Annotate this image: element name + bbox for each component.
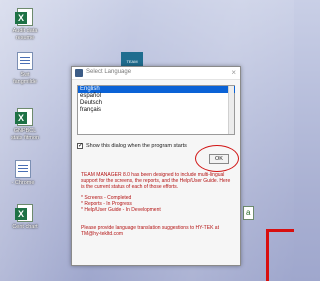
language-listbox[interactable]: English español Deutsch français <box>77 85 235 135</box>
desktop-icon-label: Swt fangmilde <box>13 72 37 85</box>
document-icon <box>17 52 33 70</box>
show-dialog-label: Show this dialog when the program starts <box>86 143 187 149</box>
document-icon <box>15 160 31 178</box>
dialog-title: Select Language <box>86 69 132 75</box>
info-paragraph-intro: TEAM MANAGER 8.0 has been designed to in… <box>81 172 231 190</box>
desktop-icon-stats[interactable]: GNPBCL stats fitmon <box>2 108 48 141</box>
select-language-dialog: Select Language × English español Deutsc… <box>71 66 241 266</box>
excel-icon <box>15 8 33 26</box>
desktop-icon-label: GNPBCL stats fitmon <box>10 128 40 141</box>
close-icon[interactable]: × <box>231 68 236 77</box>
listbox-scrollbar[interactable] <box>228 86 234 134</box>
language-option-english[interactable]: English <box>78 86 235 93</box>
desktop-icon-right[interactable] <box>243 206 254 220</box>
info-status-list: * Screens - Completed * Reports - In Pro… <box>81 195 235 213</box>
desktop-icon-label: - Chrome <box>11 180 35 186</box>
desktop-icon-swt[interactable]: Swt fangmilde <box>2 52 48 85</box>
logo-text: TEAM <box>126 59 138 64</box>
dialog-titlebar[interactable]: Select Language × <box>72 67 240 80</box>
language-option-deutsch[interactable]: Deutsch <box>78 100 234 107</box>
app-icon <box>75 69 83 77</box>
info-paragraph-contact: Please provide language translation sugg… <box>81 225 219 237</box>
ok-button[interactable]: OK <box>209 154 229 164</box>
red-annotation-line <box>266 231 269 281</box>
excel-icon <box>15 108 33 126</box>
show-dialog-checkbox[interactable]: ✓ <box>77 143 83 149</box>
excel-icon <box>15 204 33 222</box>
desktop-icon-chrome[interactable]: - Chrome <box>0 160 46 187</box>
language-option-francais[interactable]: français <box>78 107 234 114</box>
desktop-icon-label: Cent chart <box>12 224 38 230</box>
desktop-icon-audit-data[interactable]: Audit data resume <box>2 8 48 41</box>
language-option-espanol[interactable]: español <box>78 93 234 100</box>
red-annotation-line <box>266 229 294 232</box>
show-dialog-option[interactable]: ✓ Show this dialog when the program star… <box>77 143 187 149</box>
desktop-icon-label: Audit data resume <box>12 28 38 41</box>
status-line-help: * Help/User Guide - In Development <box>81 207 161 213</box>
desktop-icon-cent-chart[interactable]: Cent chart <box>2 204 48 231</box>
